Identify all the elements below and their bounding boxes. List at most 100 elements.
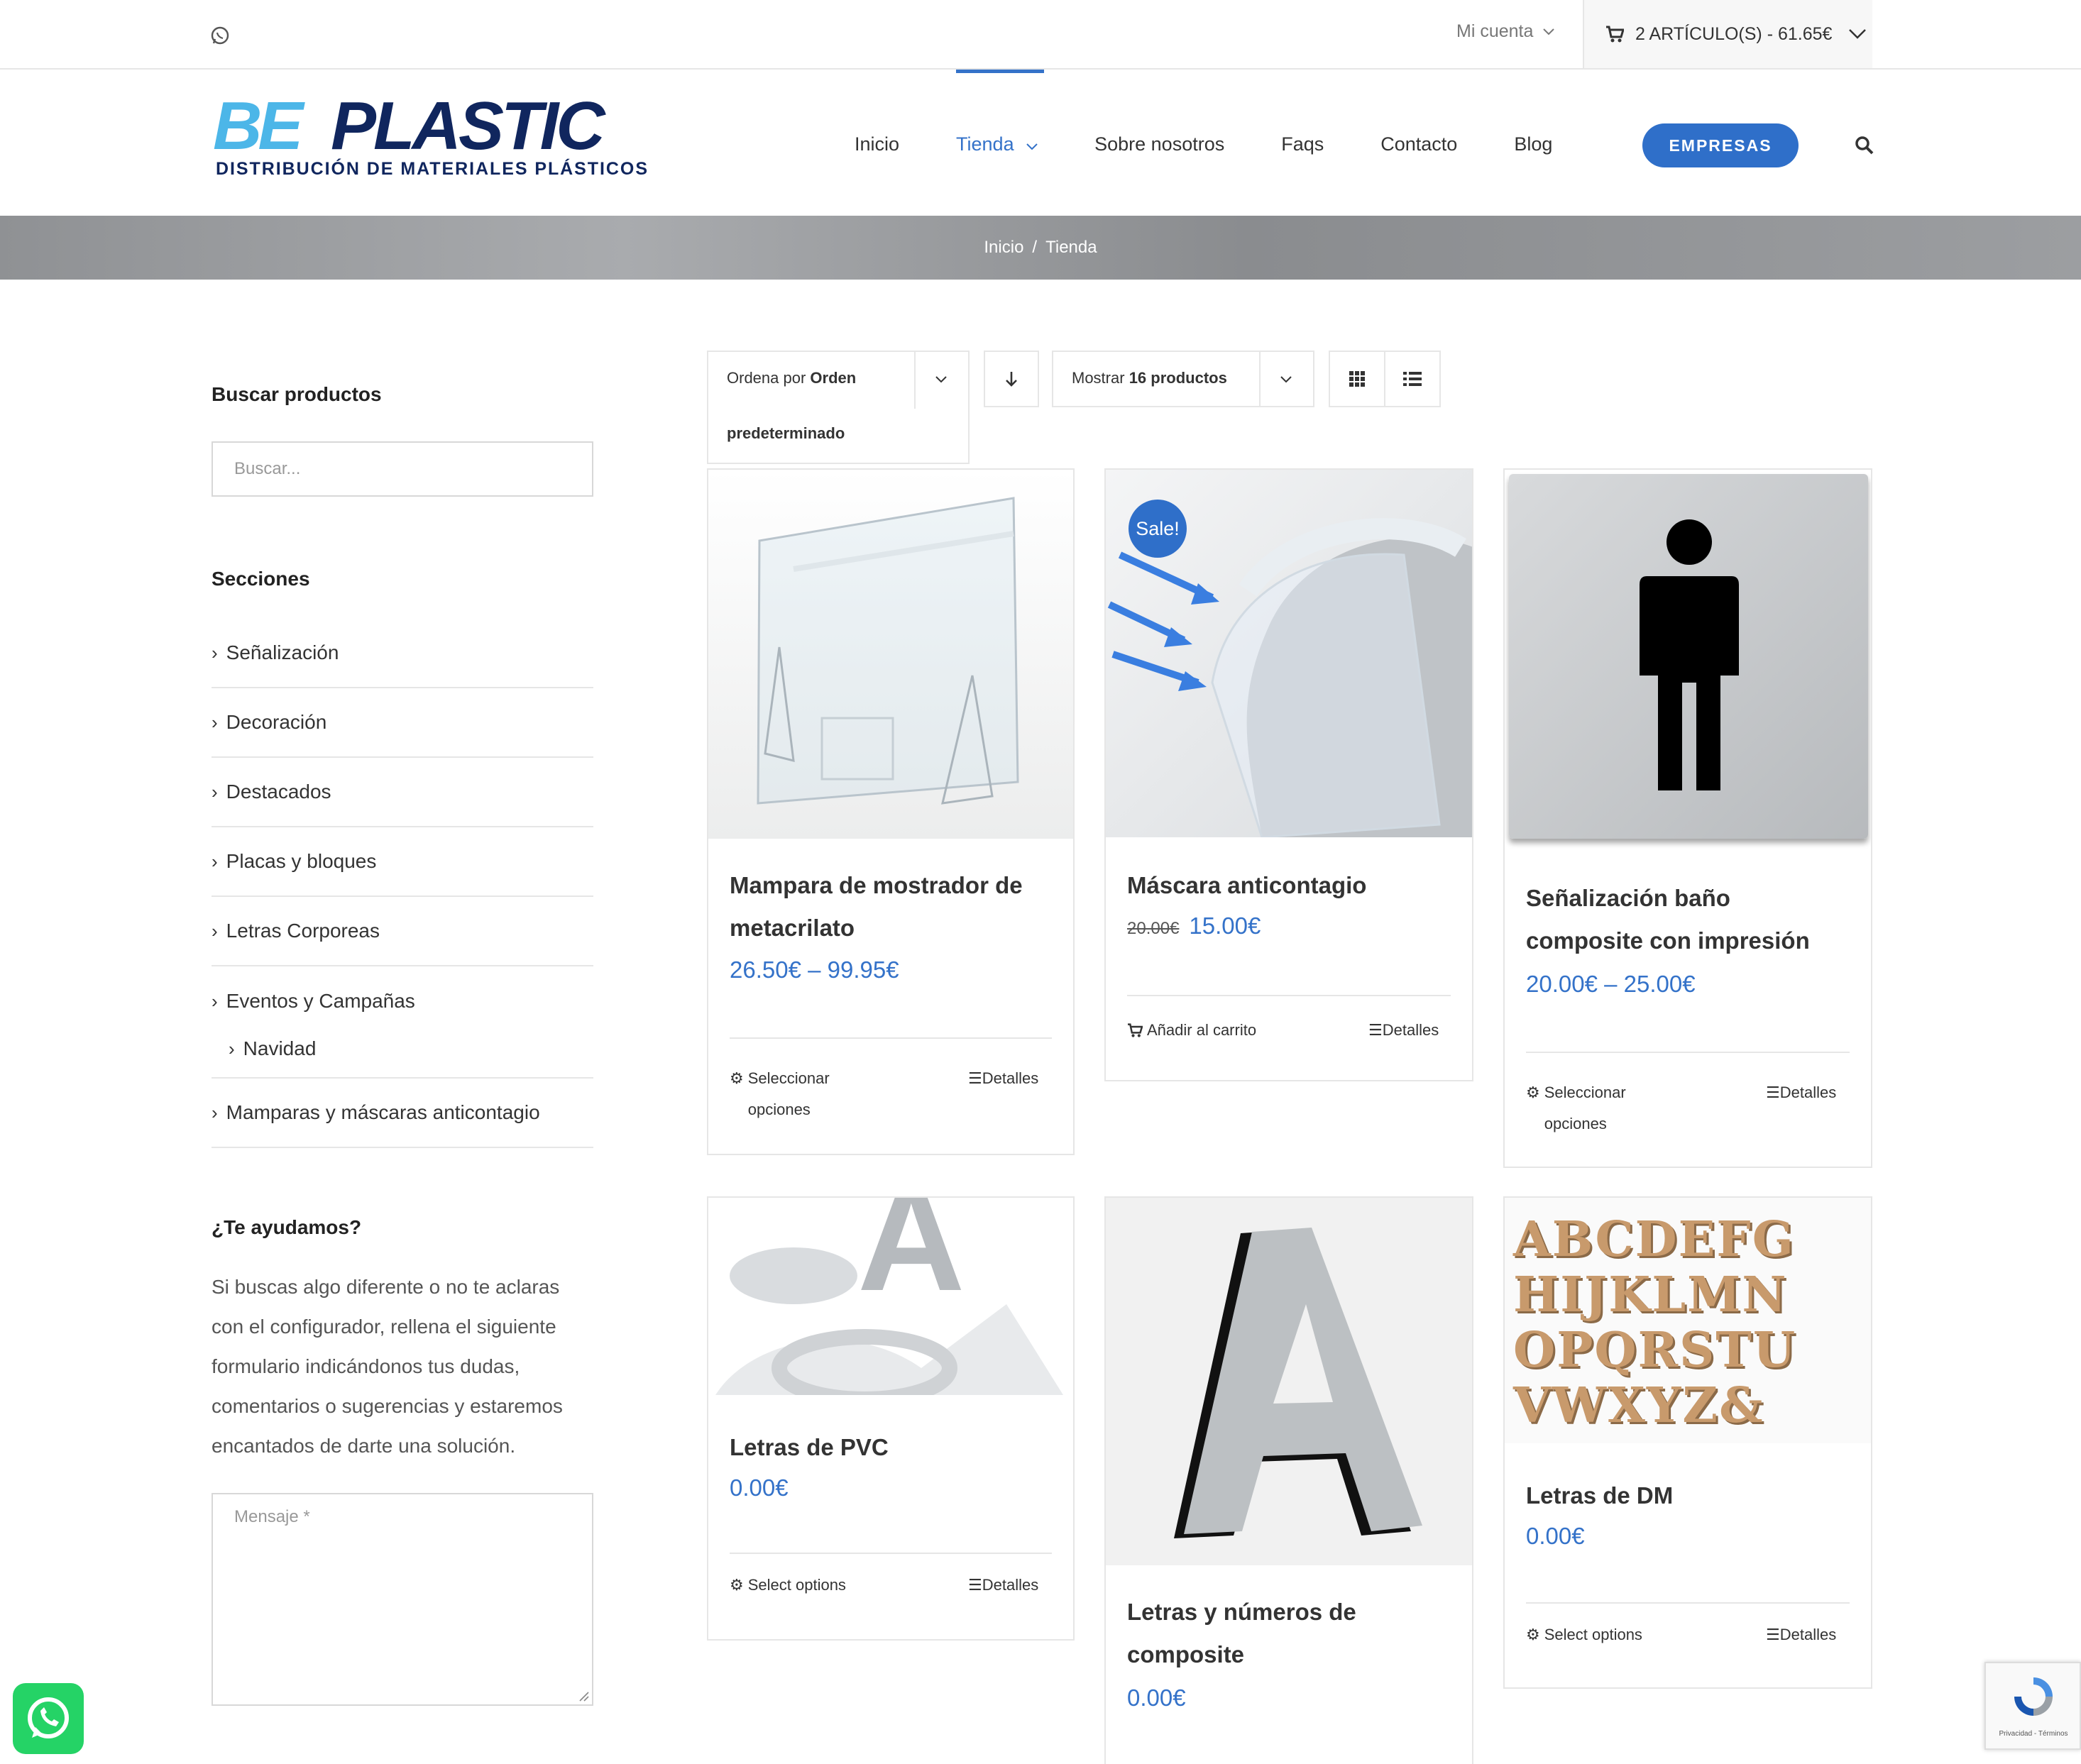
section-destacados[interactable]: › Destacados bbox=[212, 758, 593, 827]
recaptcha-links[interactable]: Privacidad - Términos bbox=[1986, 1730, 2081, 1738]
product-price: 26.50€ – 99.95€ bbox=[730, 957, 899, 983]
details-label: Detalles bbox=[982, 1069, 1039, 1087]
list-icon: ☰ bbox=[1766, 1084, 1780, 1101]
product-title[interactable]: Señalización baño composite con impresió… bbox=[1526, 877, 1852, 962]
grid-view-button[interactable] bbox=[1329, 351, 1385, 407]
cart-button[interactable]: 2 ARTÍCULO(S) - 61.65€ bbox=[1583, 0, 1872, 68]
section-placas-bloques[interactable]: › Placas y bloques bbox=[212, 827, 593, 897]
per-page-prefix: Mostrar bbox=[1072, 369, 1125, 387]
sort-label: Ordena por Orden bbox=[727, 369, 856, 387]
whatsapp-chat-button[interactable] bbox=[13, 1683, 84, 1754]
sale-price: 15.00€ bbox=[1189, 913, 1261, 939]
nav-contacto[interactable]: Contacto bbox=[1380, 133, 1457, 155]
per-page-select[interactable]: Mostrar 16 productos bbox=[1052, 351, 1314, 407]
cart-icon bbox=[1606, 26, 1624, 43]
product-title[interactable]: Mampara de mostrador de metacrilato bbox=[730, 864, 1056, 949]
divider bbox=[1127, 995, 1451, 996]
details-link[interactable]: ☰Detalles bbox=[968, 1063, 1038, 1094]
composite-letter-illustration: A bbox=[1174, 1228, 1422, 1538]
resize-handle-icon[interactable] bbox=[578, 1690, 589, 1702]
nav-blog[interactable]: Blog bbox=[1514, 133, 1552, 155]
empresas-button[interactable]: EMPRESAS bbox=[1642, 123, 1799, 167]
details-link[interactable]: ☰Detalles bbox=[968, 1570, 1038, 1601]
section-label: Señalización bbox=[226, 641, 339, 663]
section-navidad[interactable]: › Navidad bbox=[212, 1020, 593, 1079]
product-title[interactable]: Letras de DM bbox=[1526, 1474, 1852, 1517]
per-page-value: 16 productos bbox=[1129, 369, 1227, 387]
product-price: 0.00€ bbox=[1127, 1685, 1186, 1711]
dm-row: VWXYZ& bbox=[1513, 1377, 1764, 1434]
nav-inicio[interactable]: Inicio bbox=[855, 133, 899, 155]
sort-value-2: predeterminado bbox=[727, 424, 845, 442]
section-mamparas[interactable]: › Mamparas y máscaras anticontagio bbox=[212, 1079, 593, 1148]
section-letras-corporeas[interactable]: › Letras Corporeas bbox=[212, 897, 593, 966]
arrow-down-icon bbox=[1006, 372, 1017, 387]
nav-tienda[interactable]: Tienda bbox=[956, 70, 1045, 155]
gear-icon: ⚙ bbox=[730, 1576, 744, 1594]
sections-title: Secciones bbox=[212, 568, 310, 590]
account-menu[interactable]: Mi cuenta bbox=[1456, 21, 1555, 42]
list-icon: ☰ bbox=[1368, 1021, 1383, 1039]
whatsapp-icon[interactable] bbox=[210, 26, 230, 45]
product-image[interactable] bbox=[1505, 470, 1871, 851]
product-card: ABCDEFG HIJKLMN OPQRSTU VWXYZ& Letras de… bbox=[1503, 1196, 1872, 1689]
svg-text:DISTRIBUCIÓN DE MATERIALES PLÁ: DISTRIBUCIÓN DE MATERIALES PLÁSTICOS bbox=[216, 158, 647, 179]
product-title[interactable]: Letras y números de composite bbox=[1127, 1591, 1454, 1676]
product-title[interactable]: Máscara anticontagio bbox=[1127, 864, 1454, 907]
action-label: Seleccionar opciones bbox=[747, 1069, 830, 1118]
nav-sobre-nosotros[interactable]: Sobre nosotros bbox=[1094, 133, 1224, 155]
list-view-button[interactable] bbox=[1384, 351, 1441, 407]
pvc-letters-illustration: A bbox=[715, 1198, 1063, 1395]
search-input[interactable]: Buscar... bbox=[212, 441, 593, 497]
chevron-right-icon: › bbox=[212, 641, 218, 663]
chevron-right-icon: › bbox=[212, 711, 218, 733]
product-title[interactable]: Letras de PVC bbox=[730, 1426, 1056, 1469]
grid-icon bbox=[1349, 371, 1365, 387]
select-options-button[interactable]: ⚙ Seleccionar opciones bbox=[730, 1063, 872, 1125]
sort-direction-button[interactable] bbox=[984, 351, 1039, 407]
details-link[interactable]: ☰Detalles bbox=[1766, 1619, 1836, 1650]
section-label: Placas y bloques bbox=[226, 850, 377, 872]
nav-tienda-label: Tienda bbox=[956, 133, 1014, 155]
message-field[interactable]: Mensaje * bbox=[212, 1493, 593, 1706]
divider bbox=[914, 352, 916, 409]
product-image[interactable]: ABCDEFG HIJKLMN OPQRSTU VWXYZ& bbox=[1505, 1198, 1871, 1443]
divider bbox=[730, 1037, 1052, 1039]
section-label: Destacados bbox=[226, 781, 331, 803]
details-label: Detalles bbox=[1382, 1021, 1439, 1039]
site-header: BE PLASTIC DISTRIBUCIÓN DE MATERIALES PL… bbox=[0, 70, 2081, 216]
cart-summary: 2 ARTÍCULO(S) - 61.65€ bbox=[1635, 23, 1833, 44]
chevron-down-icon bbox=[1543, 28, 1555, 35]
select-options-button[interactable]: ⚙ Select options bbox=[730, 1570, 846, 1601]
section-label: Mamparas y máscaras anticontagio bbox=[226, 1101, 540, 1123]
chevron-down-icon bbox=[1280, 376, 1292, 383]
logo[interactable]: BE PLASTIC DISTRIBUCIÓN DE MATERIALES PL… bbox=[213, 91, 653, 179]
sale-badge: Sale! bbox=[1129, 500, 1187, 558]
breadcrumb-home[interactable]: Inicio bbox=[984, 238, 1023, 258]
help-text: Si buscas algo diferente o no te aclaras… bbox=[212, 1276, 563, 1457]
details-link[interactable]: ☰Detalles bbox=[1368, 1015, 1439, 1046]
product-image[interactable]: Sale! bbox=[1106, 470, 1472, 837]
dm-row: ABCDEFG bbox=[1513, 1211, 1795, 1268]
section-eventos-campanas[interactable]: › Eventos y Campañas bbox=[212, 966, 593, 1020]
product-image[interactable] bbox=[708, 470, 1073, 839]
svg-text:A: A bbox=[857, 1198, 965, 1322]
section-senalizacion[interactable]: › Señalización bbox=[212, 619, 593, 688]
product-image[interactable]: A bbox=[708, 1198, 1073, 1395]
product-image[interactable]: A bbox=[1106, 1198, 1472, 1565]
per-page-label: Mostrar 16 productos bbox=[1072, 369, 1227, 387]
add-to-cart-button[interactable]: Añadir al carrito bbox=[1127, 1015, 1256, 1046]
search-icon[interactable] bbox=[1854, 135, 1875, 156]
recaptcha-badge[interactable]: Privacidad - Términos bbox=[1984, 1662, 2081, 1750]
details-link[interactable]: ☰Detalles bbox=[1766, 1077, 1836, 1108]
whatsapp-icon bbox=[28, 1697, 69, 1738]
divider bbox=[1526, 1602, 1850, 1604]
sort-select[interactable]: Ordena por Orden predeterminado bbox=[707, 351, 970, 464]
section-label: Eventos y Campañas bbox=[226, 990, 415, 1012]
nav-faqs[interactable]: Faqs bbox=[1281, 133, 1324, 155]
select-options-button[interactable]: ⚙ Select options bbox=[1526, 1619, 1642, 1650]
select-options-button[interactable]: ⚙ Seleccionar opciones bbox=[1526, 1077, 1668, 1140]
message-placeholder: Mensaje * bbox=[234, 1507, 310, 1526]
section-decoracion[interactable]: › Decoración bbox=[212, 688, 593, 758]
chevron-down-icon bbox=[1026, 143, 1038, 150]
